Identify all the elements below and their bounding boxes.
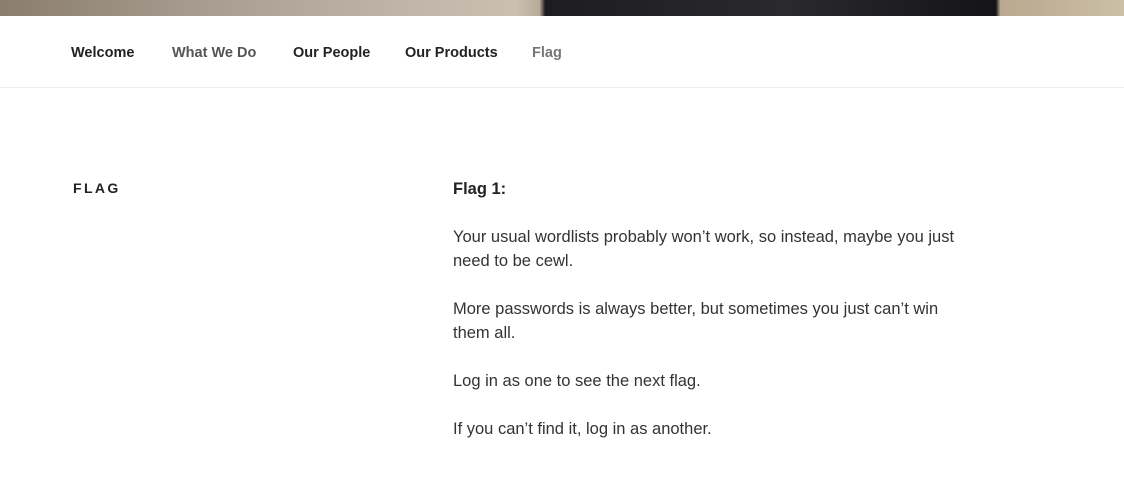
content-paragraph: If you can’t find it, log in as another. (453, 420, 712, 438)
nav-item-our-products[interactable]: Our Products (405, 45, 498, 61)
nav-item-welcome[interactable]: Welcome (71, 45, 134, 61)
content-paragraph: More passwords is always better, but som… (453, 300, 939, 342)
page-title: FLAG (73, 180, 121, 196)
content-paragraph: Log in as one to see the next flag. (453, 372, 701, 390)
content-paragraph: Your usual wordlists probably won’t work… (453, 228, 955, 270)
nav-item-what-we-do[interactable]: What We Do (172, 45, 256, 61)
flag-heading: Flag 1: (453, 180, 507, 198)
header-banner-image (0, 0, 1124, 16)
nav-item-our-people[interactable]: Our People (293, 45, 370, 61)
nav-item-flag[interactable]: Flag (532, 45, 562, 61)
page-content: Flag 1: Your usual wordlists probably wo… (453, 177, 973, 465)
main-navigation: Welcome What We Do Our People Our Produc… (0, 16, 1124, 88)
